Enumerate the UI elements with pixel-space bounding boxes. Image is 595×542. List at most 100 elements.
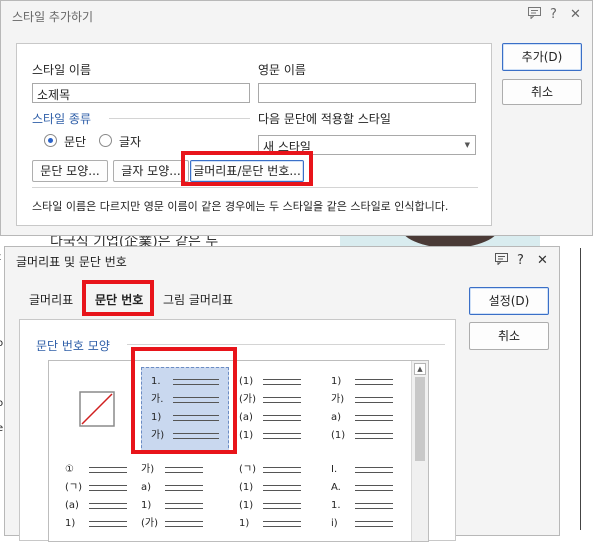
style-name-note: 스타일 이름은 다르지만 영문 이름이 같은 경우에는 두 스타일을 같은 스타… [32,200,449,213]
para-shape-button[interactable]: 문단 모양... [32,160,108,182]
text-line [165,472,203,473]
text-line [263,503,301,504]
numbering-row: (가) [239,393,319,407]
text-line [355,415,393,416]
text-line [263,397,301,398]
chat-icon[interactable] [528,7,541,23]
numbering-option[interactable]: (ㄱ) (1) (1) 1) [239,463,329,541]
numbering-row: 가) [331,393,411,407]
close-icon[interactable]: ✕ [570,7,581,22]
bg-char: o [0,398,4,409]
numbering-row: 1. [331,499,411,513]
radio-paragraph[interactable] [44,134,57,147]
radio-paragraph-label[interactable]: 문단 [64,133,86,150]
tab-bullet[interactable]: 글머리표 [29,291,73,308]
cancel-button[interactable]: 취소 [502,79,582,105]
text-line [355,526,393,527]
numbering-prefix: (ㄱ) [239,464,257,475]
help-icon[interactable]: ? [550,7,557,22]
text-line [89,521,127,522]
radio-char[interactable] [99,134,112,147]
tab-picture-bullet[interactable]: 그림 글머리표 [163,291,233,308]
text-line [355,384,393,385]
numbering-option[interactable]: I. A. 1. i) [331,463,421,541]
text-line [263,415,301,416]
text-line [355,438,393,439]
numbering-prefix: (1) [239,482,254,493]
close-icon[interactable]: ✕ [537,253,548,268]
numbering-row: 1) [141,499,221,513]
numbering-prefix: (가) [141,518,159,529]
numbering-prefix: (a) [65,500,79,511]
cancel-button[interactable]: 취소 [469,322,549,350]
text-line [263,438,301,439]
numbering-row: (1) [239,375,319,389]
text-line [89,485,127,486]
numbering-row: a) [141,481,221,495]
numbering-prefix: 1) [141,500,152,511]
text-line [165,521,203,522]
numbering-row: (1) [331,429,411,443]
english-name-label: 영문 이름 [258,63,306,77]
numbering-row: (1) [239,499,319,513]
numbering-prefix: (1) [239,376,254,387]
highlight-bullet-button [181,151,313,186]
text-line [263,420,301,421]
bullet-dialog-title: 글머리표 및 문단 번호 [16,255,127,269]
numbering-row: A. [331,481,411,495]
text-line [263,526,301,527]
text-line [165,490,203,491]
scroll-thumb[interactable] [415,377,425,461]
next-style-label: 다음 문단에 적용할 스타일 [258,112,391,126]
set-button[interactable]: 설정(D) [469,287,549,315]
text-line [355,467,393,468]
numbering-shape-label: 문단 번호 모양 [36,339,110,353]
text-line [263,379,301,380]
numbering-prefix: a) [331,412,342,423]
numbering-row: (가) [141,517,221,531]
numbering-row: (ㄱ) [239,463,319,477]
text-line [89,503,127,504]
numbering-row: I. [331,463,411,477]
note-divider [32,187,478,188]
chat-icon[interactable] [495,253,508,269]
numbering-prefix: 1) [239,518,250,529]
numbering-row: (1) [239,429,319,443]
text-line [355,521,393,522]
text-line [263,433,301,434]
gallery-scrollbar[interactable]: ▲ [411,361,428,541]
numbering-prefix: (1) [239,430,254,441]
numbering-row: (a) [65,499,145,513]
text-line [263,508,301,509]
text-line [355,472,393,473]
radio-char-label[interactable]: 글자 [119,133,141,150]
numbering-prefix: 1) [331,376,342,387]
bg-char: t [0,252,1,263]
numbering-option[interactable]: 가) a) 1) (가) [141,463,231,541]
numbering-row: i) [331,517,411,531]
char-shape-button[interactable]: 글자 모양... [113,160,189,182]
scroll-up-icon[interactable]: ▲ [414,363,426,375]
text-line [355,508,393,509]
numbering-prefix: i) [331,518,338,529]
text-line [355,490,393,491]
numbering-prefix: a) [141,482,152,493]
text-line [263,472,301,473]
help-icon[interactable]: ? [517,253,524,268]
bg-char: o [0,338,4,349]
numbering-option[interactable]: 1) 가) a) (1) [331,375,421,457]
numbering-prefix: (1) [331,430,346,441]
english-name-input[interactable] [258,83,476,103]
text-line [263,467,301,468]
numbering-prefix: I. [331,464,338,475]
add-button[interactable]: 추가(D) [502,43,582,71]
add-style-panel: 스타일 이름 소제목 영문 이름 스타일 종류 문단 글자 다음 문단에 적용할… [16,43,492,226]
text-line [263,521,301,522]
highlight-paragraph-number-tab [82,280,154,316]
style-name-input[interactable]: 소제목 [32,83,250,103]
no-numbering-icon [79,391,115,430]
style-name-label: 스타일 이름 [32,63,92,77]
add-style-dialog: 스타일 추가하기 ? ✕ 스타일 이름 소제목 영문 이름 스타일 종류 문단 … [0,0,593,236]
text-line [355,402,393,403]
numbering-option[interactable]: (1) (가) (a) (1) [239,375,329,457]
